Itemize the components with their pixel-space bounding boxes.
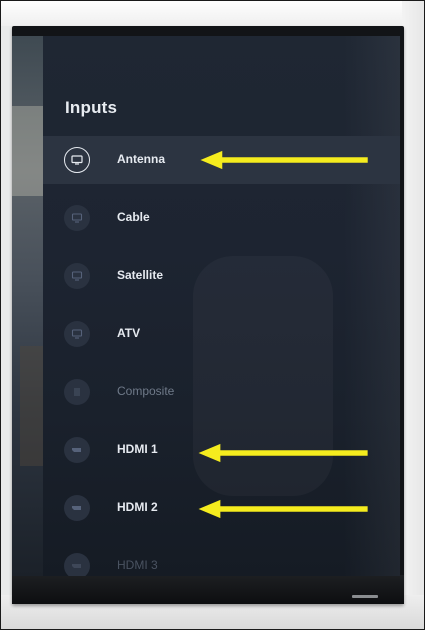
input-item-label: Composite (117, 384, 175, 398)
wall-background-top (0, 0, 425, 26)
tv-icon (64, 321, 90, 347)
tv-screen: Inputs Antenna Cable Satellite ATV Compo… (12, 36, 400, 576)
tv-icon (64, 205, 90, 231)
input-item-label: Antenna (117, 152, 165, 166)
hdmi-icon (64, 495, 90, 521)
tv-bottom-bezel (12, 575, 404, 604)
annotation-arrow-antenna (200, 150, 368, 170)
hdmi-icon (64, 437, 90, 463)
input-item-label: HDMI 3 (117, 558, 158, 572)
input-item-composite[interactable]: Composite (43, 368, 400, 416)
input-item-label: HDMI 1 (117, 442, 158, 456)
annotation-arrow-hdmi-2 (198, 499, 368, 519)
tv-icon (64, 263, 90, 289)
tv-icon (64, 147, 90, 173)
input-item-hdmi-3[interactable]: HDMI 3 (43, 542, 400, 576)
panel-title: Inputs (65, 98, 118, 117)
input-item-label: Satellite (117, 268, 164, 282)
input-item-cable[interactable]: Cable (43, 194, 400, 242)
composite-icon (64, 379, 90, 405)
hdmi-icon (64, 553, 90, 576)
input-item-atv[interactable]: ATV (43, 310, 400, 358)
input-item-label: Cable (117, 210, 150, 224)
input-item-satellite[interactable]: Satellite (43, 252, 400, 300)
wall-background-right (402, 0, 425, 630)
tv-logo (352, 595, 378, 598)
annotation-arrow-hdmi-1 (198, 443, 368, 463)
input-item-label: HDMI 2 (117, 500, 158, 514)
input-item-label: ATV (117, 326, 141, 340)
inputs-panel: Inputs Antenna Cable Satellite ATV Compo… (43, 36, 400, 576)
background-video (12, 36, 43, 576)
